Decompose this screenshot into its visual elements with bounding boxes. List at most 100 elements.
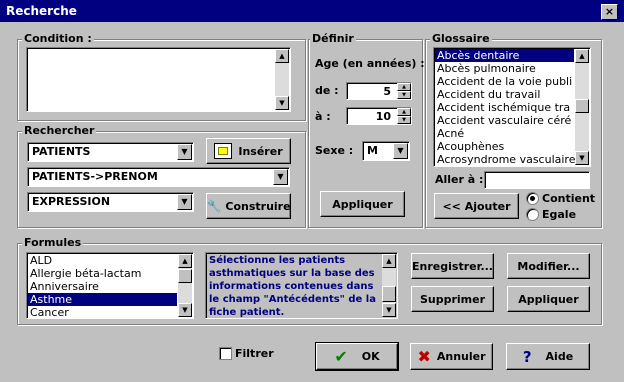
formules-list-item[interactable]: Cancer [28,306,177,318]
formule-description-text: Sélectionne les patients asthmatiques su… [209,255,376,318]
enregistrer-label: Enregistrer... [412,259,493,273]
description-scroll-thumb[interactable] [382,286,396,302]
formules-appliquer-button[interactable]: Appliquer [507,286,590,312]
ok-button[interactable]: ✔ OK [315,342,399,371]
recherche-dialog: Recherche × Condition : ▲ ▼ Rechercher P… [0,0,624,382]
glossaire-scroll-thumb[interactable] [575,99,589,113]
aide-label: Aide [545,350,574,363]
age-to-value: 10 [375,110,391,123]
scroll-down-icon[interactable]: ▼ [178,303,192,317]
spin-down-icon[interactable]: ▼ [397,116,411,124]
scroll-up-icon[interactable]: ▲ [178,254,192,268]
formules-list[interactable]: ALD Allergie béta-lactam Anniversaire Asthm… [26,252,194,319]
formules-list-item[interactable]: Anniversaire [28,280,177,293]
ajouter-label: << Ajouter [442,199,511,213]
insert-icon [214,143,233,159]
modifier-button[interactable]: Modifier... [507,253,590,279]
annuler-label: Annuler [436,350,486,363]
age-to-spinner[interactable]: 10 ▲ ▼ [346,107,412,125]
ok-label: OK [361,350,380,363]
formules-list-item[interactable]: Asthme [28,293,177,306]
cross-icon: ✖ [417,347,431,366]
contient-radio[interactable]: Contient [526,192,595,205]
formules-list-item[interactable]: Allergie béta-lactam [28,267,177,280]
checkmark-icon: ✔ [334,347,348,366]
inserer-button[interactable]: Insérer [206,138,291,164]
supprimer-label: Supprimer [419,292,486,306]
age-from-value: 5 [383,85,391,98]
radio-unchecked-icon [526,208,539,221]
formule-description: Sélectionne les patients asthmatiques su… [205,252,398,319]
definir-label: Définir [310,32,356,45]
glossaire-items: Abcès dentaire Abcès pulmonaire Accident d… [435,49,575,166]
radio-checked-icon [526,192,539,205]
table-combo-value: PATIENTS [32,145,91,158]
scroll-down-icon[interactable]: ▼ [575,151,589,165]
chevron-down-icon[interactable]: ▼ [393,143,408,159]
scroll-up-icon[interactable]: ▲ [382,254,396,268]
field-combo-value: PATIENTS->PRENOM [32,170,158,183]
egale-label: Egale [542,208,577,221]
chevron-down-icon[interactable]: ▼ [177,194,192,210]
formules-list-item[interactable]: ALD [28,254,177,267]
glossaire-list[interactable]: Abcès dentaire Abcès pulmonaire Accident d… [433,47,591,167]
de-label: de : [315,84,339,97]
sexe-label: Sexe : [315,144,354,157]
window-title: Recherche [6,4,77,18]
glossaire-list-item[interactable]: Accident vasculaire céré [435,114,574,127]
formules-label: Formules [22,236,84,249]
expression-combo-value: EXPRESSION [32,195,111,208]
contient-label: Contient [542,192,596,205]
ajouter-button[interactable]: << Ajouter [434,193,519,219]
construire-button[interactable]: 🔧 Construire [206,193,291,219]
filtrer-checkbox[interactable]: Filtrer [219,347,274,360]
glossaire-list-item[interactable]: Accident du travail [435,88,574,101]
aide-button[interactable]: ? Aide [506,343,590,370]
spin-down-icon[interactable]: ▼ [397,91,411,99]
table-combo[interactable]: PATIENTS ▼ [27,142,194,162]
definir-appliquer-button[interactable]: Appliquer [320,191,405,217]
modifier-label: Modifier... [517,259,580,273]
age-label: Age (en années) : [315,57,425,70]
glossaire-list-item[interactable]: Acrosyndrome vasculaire [435,153,575,166]
expression-combo[interactable]: EXPRESSION ▼ [27,192,194,212]
condition-label: Condition : [22,32,94,45]
glossaire-list-item[interactable]: Accident ischémique tra [435,101,574,114]
enregistrer-button[interactable]: Enregistrer... [411,253,494,279]
close-button[interactable]: × [601,4,618,20]
field-combo[interactable]: PATIENTS->PRENOM ▼ [27,167,290,187]
condition-textarea[interactable]: ▲ ▼ [26,47,291,112]
scroll-down-icon[interactable]: ▼ [275,96,289,110]
filtrer-label: Filtrer [235,347,274,360]
glossaire-label: Glossaire [430,32,492,45]
formules-items: ALD Allergie béta-lactam Anniversaire Asthm… [28,254,177,318]
construire-label: Construire [225,199,291,213]
supprimer-button[interactable]: Supprimer [411,286,494,312]
title-bar [0,0,624,22]
age-from-spinner[interactable]: 5 ▲ ▼ [346,82,412,100]
a-label: à : [315,110,331,123]
egale-radio[interactable]: Egale [526,208,576,221]
aller-input[interactable] [484,171,590,189]
scroll-down-icon[interactable]: ▼ [382,303,396,317]
glossaire-list-item[interactable]: Accident de la voie publi [435,75,574,88]
scroll-up-icon[interactable]: ▲ [275,49,289,63]
glossaire-list-item[interactable]: Acné [435,127,574,140]
checkbox-icon [219,347,232,360]
sexe-combo[interactable]: M ▼ [362,141,410,161]
scroll-up-icon[interactable]: ▲ [575,49,589,63]
aller-label: Aller à : [435,173,484,186]
annuler-button[interactable]: ✖ Annuler [410,343,493,370]
glossaire-list-item[interactable]: Abcès pulmonaire [435,62,574,75]
chevron-down-icon[interactable]: ▼ [177,144,192,160]
inserer-label: Insérer [238,144,283,158]
chevron-down-icon[interactable]: ▼ [273,169,288,185]
spin-up-icon[interactable]: ▲ [397,108,411,116]
glossaire-list-item[interactable]: Acouphènes [435,140,574,153]
definir-appliquer-label: Appliquer [332,197,393,211]
formules-scroll-thumb[interactable] [178,269,192,283]
glossaire-list-item[interactable]: Abcès dentaire [435,49,574,62]
sexe-value: M [367,144,378,157]
formules-appliquer-label: Appliquer [518,292,579,306]
spin-up-icon[interactable]: ▲ [397,83,411,91]
